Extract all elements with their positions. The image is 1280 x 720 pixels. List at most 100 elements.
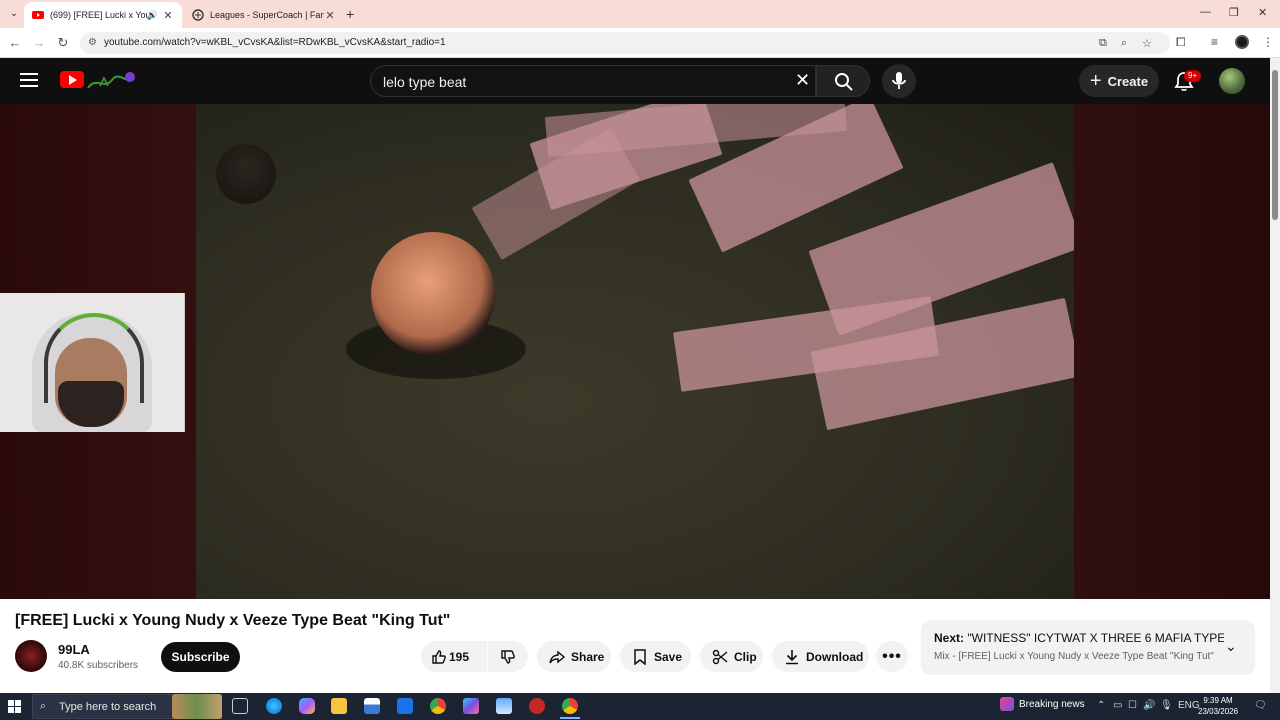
teams-icon[interactable] — [463, 698, 479, 714]
chrome-icon[interactable] — [430, 698, 446, 714]
share-label: Share — [571, 649, 605, 664]
autoplay-next-card[interactable]: Next: "WITNESS" ICYTWAT X THREE 6 MAFIA … — [921, 620, 1255, 675]
more-horizontal-icon: ••• — [882, 647, 902, 665]
clock-date: 23/03/2026 — [1198, 707, 1239, 716]
youtube-logo[interactable] — [60, 71, 84, 88]
search-input[interactable] — [383, 72, 783, 92]
bookmark-star-icon[interactable]: ☆ — [1142, 37, 1152, 50]
tab-close-icon[interactable]: ✕ — [324, 9, 336, 22]
language-indicator[interactable]: ENG — [1178, 700, 1200, 711]
clip-label: Clip — [734, 649, 757, 664]
volume-icon[interactable]: 🔊 — [1143, 700, 1155, 711]
save-button[interactable]: Save — [620, 641, 691, 672]
plus-icon: + — [1089, 70, 1102, 92]
tray-chevron-up-icon[interactable]: ⌃ — [1097, 700, 1105, 711]
tab-search-icon[interactable]: ⌄ — [6, 6, 22, 22]
task-view-icon[interactable] — [232, 698, 248, 714]
share-button[interactable]: Share — [537, 641, 611, 672]
create-label: Create — [1107, 73, 1149, 89]
thumbs-up-icon — [432, 650, 446, 664]
minimize-icon[interactable]: — — [1200, 6, 1211, 18]
notification-center-icon[interactable]: 🗨 — [1254, 700, 1267, 711]
search-highlight-image[interactable] — [172, 694, 222, 719]
billiard-ball — [371, 232, 495, 356]
new-tab-button[interactable]: + — [346, 6, 354, 22]
dislike-button[interactable] — [488, 641, 528, 672]
tab-youtube[interactable]: (699) [FREE] Lucki x Young N 🔊 ✕ — [24, 2, 182, 28]
hamburger-menu-icon[interactable] — [20, 73, 38, 87]
taskbar-clock[interactable]: 9:39 AM 23/03/2026 — [1198, 695, 1238, 717]
taskbar-search-placeholder: Type here to search — [59, 700, 157, 713]
download-button[interactable]: Download — [772, 641, 869, 672]
tab-supercoach[interactable]: Leagues - SuperCoach | Fantas ✕ — [184, 2, 344, 28]
thumbs-down-icon — [501, 649, 515, 664]
video-player[interactable] — [0, 104, 1270, 599]
next-video-title: Next: "WITNESS" ICYTWAT X THREE 6 MAFIA … — [934, 631, 1224, 645]
install-app-icon[interactable]: ⧉ — [1099, 37, 1107, 50]
back-icon[interactable]: ← — [6, 34, 24, 52]
speaker-icon[interactable]: 🔊 — [147, 10, 158, 21]
tab-close-icon[interactable]: ✕ — [162, 9, 174, 22]
copilot-icon[interactable] — [299, 698, 315, 714]
recording-app-icon[interactable] — [529, 698, 545, 714]
subscribe-button[interactable]: Subscribe — [161, 642, 240, 672]
news-widget[interactable]: Breaking news — [1000, 697, 1085, 711]
download-icon — [786, 649, 798, 664]
microphone-icon — [892, 72, 906, 89]
video-title: [FREE] Lucki x Young Nudy x Veeze Type B… — [15, 612, 451, 629]
mic-tray-icon[interactable]: 🎙 — [1160, 700, 1173, 711]
microsoft-store-icon[interactable] — [364, 698, 380, 714]
taskbar-search-icon: ⌕ — [40, 700, 47, 712]
subscriber-count: 40.8K subscribers — [58, 660, 139, 671]
download-label: Download — [806, 649, 864, 664]
address-bar[interactable]: ⚙ youtube.com/watch?v=wKBL_vCvsKA&list=R… — [80, 32, 1170, 54]
media-controls-icon[interactable]: ≡ — [1211, 35, 1218, 49]
more-actions-button[interactable]: ••• — [876, 641, 908, 672]
page-scrollbar[interactable] — [1270, 58, 1280, 693]
youtube-doodle-logo[interactable] — [86, 70, 136, 92]
scrollbar-thumb[interactable] — [1272, 70, 1278, 220]
chrome-active-icon[interactable] — [560, 698, 580, 719]
browser-profile-avatar[interactable] — [1235, 35, 1249, 49]
outlook-icon[interactable] — [397, 698, 413, 714]
scissors-icon — [712, 649, 728, 664]
next-prefix: Next: — [934, 631, 965, 645]
browser-toolbar: ← → ↻ ⚙ youtube.com/watch?v=wKBL_vCvsKA&… — [0, 28, 1280, 58]
file-explorer-icon[interactable] — [331, 698, 347, 714]
extensions-icon[interactable]: ⧠ — [1176, 35, 1186, 50]
player-letterbox-right — [1074, 104, 1270, 599]
save-label: Save — [654, 649, 683, 664]
channel-avatar[interactable] — [15, 640, 47, 672]
restore-icon[interactable]: ❐ — [1229, 6, 1239, 19]
next-playlist-subtitle: Mix - [FREE] Lucki x Young Nudy x Veeze … — [934, 651, 1214, 662]
reload-icon[interactable]: ↻ — [54, 34, 72, 52]
voice-search-button[interactable] — [882, 64, 916, 98]
forward-icon[interactable]: → — [30, 34, 48, 52]
zoom-icon[interactable]: ⌕ — [1121, 37, 1127, 50]
notification-badge: 9+ — [1184, 70, 1202, 82]
chevron-down-icon[interactable]: ⌄ — [1225, 638, 1237, 655]
browser-tab-strip: ⌄ (699) [FREE] Lucki x Young N 🔊 ✕ Leagu… — [0, 0, 1280, 28]
network-icon[interactable]: ☐ — [1128, 700, 1137, 711]
next-title-text: "WITNESS" ICYTWAT X THREE 6 MAFIA TYPE..… — [967, 631, 1224, 645]
video-frame[interactable] — [196, 104, 1074, 599]
search-button[interactable] — [816, 65, 870, 97]
windows-start-icon[interactable] — [8, 700, 21, 713]
clear-search-icon[interactable]: ✕ — [795, 71, 811, 89]
search-icon — [835, 73, 853, 91]
window-close-icon[interactable]: ✕ — [1258, 6, 1267, 19]
site-info-icon[interactable]: ⚙ — [88, 37, 100, 49]
battery-icon[interactable]: ▭ — [1113, 700, 1122, 711]
bookmark-icon — [634, 648, 646, 665]
chrome-menu-icon[interactable]: ⋮ — [1262, 35, 1274, 49]
weather-app-icon[interactable] — [496, 698, 512, 714]
like-button[interactable]: 195 — [421, 641, 487, 672]
search-box[interactable] — [370, 65, 816, 97]
clip-button[interactable]: Clip — [700, 641, 763, 672]
like-count: 195 — [449, 649, 470, 664]
account-avatar[interactable] — [1219, 68, 1245, 94]
tab-title: Leagues - SuperCoach | Fantas — [210, 10, 324, 20]
create-button[interactable]: + Create — [1079, 65, 1159, 97]
edge-browser-icon[interactable] — [266, 698, 282, 714]
channel-name[interactable]: 99LA — [58, 642, 90, 657]
